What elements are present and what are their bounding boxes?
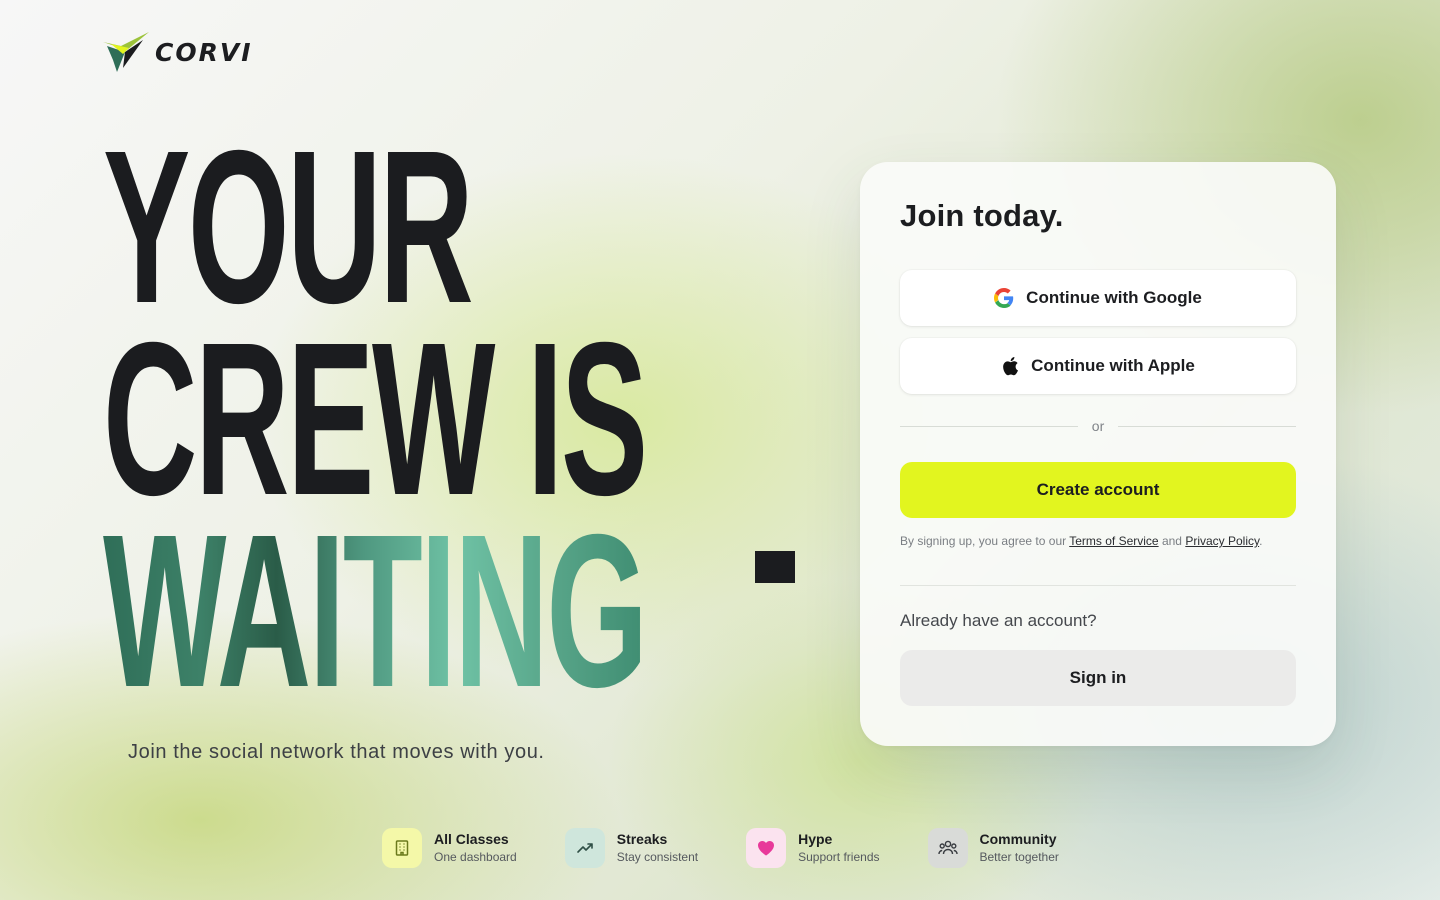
apple-button-label: Continue with Apple (1031, 356, 1195, 375)
section-separator (900, 585, 1296, 586)
divider-text: or (1091, 418, 1105, 434)
trending-up-icon (564, 828, 605, 868)
google-button-label: Continue with Google (1026, 288, 1202, 307)
feature-hype: Hype Support friends (746, 828, 880, 868)
legal-prefix: By signing up, you agree to our (900, 534, 1067, 548)
hero-subtitle: Join the social network that moves with … (128, 741, 545, 763)
feature-subtitle: One dashboard (434, 850, 517, 864)
signup-card: Join today. Continue with Google Continu… (860, 162, 1336, 746)
feature-all-classes: All Classes One dashboard (382, 828, 517, 868)
hero-line-1: YOUR (103, 106, 474, 349)
feature-subtitle: Better together (979, 850, 1059, 864)
corvi-bird-logo-icon (103, 32, 149, 72)
google-icon (994, 288, 1014, 308)
feature-title: Community (979, 831, 1057, 847)
signup-title: Join today. (900, 198, 1064, 233)
feature-subtitle: Stay consistent (616, 850, 699, 864)
divider-line-right (1118, 425, 1297, 427)
feature-list: All Classes One dashboard Streaks Stay c… (382, 828, 1059, 868)
continue-with-google-button[interactable]: Continue with Google (900, 270, 1296, 326)
feature-streaks: Streaks Stay consistent (564, 828, 699, 868)
legal-and: and (1161, 534, 1182, 548)
feature-community: Community Better together (927, 828, 1059, 868)
legal-suffix: . (1259, 534, 1263, 548)
hero-period (755, 551, 795, 583)
feature-subtitle: Support friends (798, 850, 880, 864)
feature-title: Streaks (616, 831, 668, 847)
create-account-label: Create account (1036, 480, 1160, 499)
apple-icon (1003, 357, 1019, 376)
hero-line-3: WAITING (103, 490, 648, 733)
legal-notice: By signing up, you agree to our Terms of… (900, 534, 1262, 548)
privacy-policy-link[interactable]: Privacy Policy (1185, 534, 1259, 548)
sign-in-button[interactable]: Sign in (900, 650, 1296, 706)
brand-name: CORVI (155, 37, 253, 67)
users-icon (927, 828, 968, 868)
feature-title: All Classes (434, 831, 509, 847)
hero-line-2: CREW IS (103, 298, 648, 541)
have-account-text: Already have an account? (900, 611, 1097, 630)
terms-of-service-link[interactable]: Terms of Service (1069, 534, 1158, 548)
brand-logo[interactable]: CORVI (103, 32, 253, 72)
sign-in-label: Sign in (1069, 668, 1127, 687)
or-divider: or (900, 416, 1297, 436)
continue-with-apple-button[interactable]: Continue with Apple (900, 338, 1296, 394)
feature-title: Hype (798, 831, 833, 847)
create-account-button[interactable]: Create account (900, 462, 1296, 518)
divider-line-left (900, 425, 1078, 427)
heart-icon (746, 828, 787, 868)
building-icon (382, 828, 422, 868)
